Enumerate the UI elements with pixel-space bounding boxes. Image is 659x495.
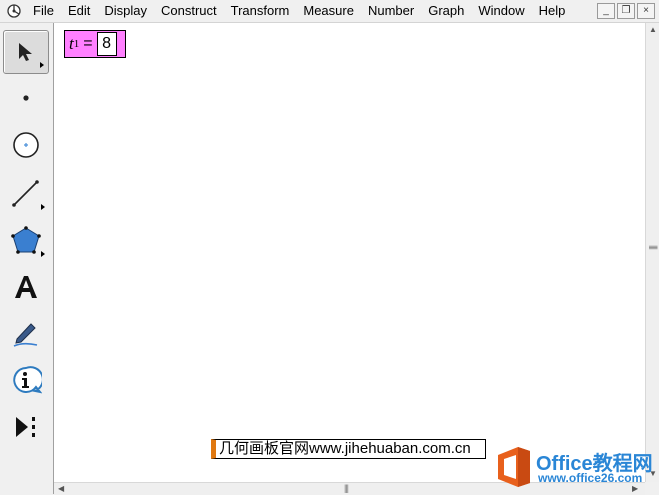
menu-display[interactable]: Display [97, 0, 154, 22]
text-a-icon [15, 276, 37, 298]
arrow-tool[interactable] [3, 30, 49, 74]
custom-tools-icon [16, 417, 35, 437]
parameter-value[interactable]: 8 [96, 32, 117, 56]
submenu-arrow-icon [41, 204, 45, 210]
scroll-up-icon[interactable]: ▲ [649, 25, 657, 34]
menu-edit[interactable]: Edit [61, 0, 97, 22]
minimize-button[interactable]: _ [597, 3, 615, 19]
menu-number[interactable]: Number [361, 0, 421, 22]
menu-construct[interactable]: Construct [154, 0, 224, 22]
point-icon [23, 95, 29, 101]
parameter-equals: = [83, 35, 93, 52]
sketchpad-app-icon[interactable] [6, 3, 22, 19]
polygon-icon [11, 226, 41, 254]
toolbox [0, 23, 54, 494]
custom-tool[interactable] [3, 405, 49, 449]
brand-url: www.office26.com [538, 471, 643, 485]
vertical-scrollbar[interactable]: ▲ ||| ▼ [645, 23, 659, 482]
scroll-grip-icon: ||| [649, 245, 659, 250]
menu-help[interactable]: Help [532, 0, 573, 22]
menu-measure[interactable]: Measure [296, 0, 361, 22]
parameter-t1[interactable]: t1 = 8 [64, 30, 126, 58]
office-brand-logo: Office教程网 www.office26.com [494, 443, 656, 491]
scroll-left-icon[interactable]: ◀ [58, 484, 64, 493]
line-icon [12, 180, 39, 207]
menu-file[interactable]: File [26, 0, 61, 22]
close-button[interactable]: × [637, 3, 655, 19]
parameter-subscript: 1 [73, 38, 80, 50]
restore-button[interactable]: ❐ [617, 3, 635, 19]
watermark-caption: 几何画板官网www.jihehuaban.com.cn [211, 439, 486, 459]
submenu-arrow-icon [41, 251, 45, 257]
sketch-canvas[interactable]: t1 = 8 [54, 23, 645, 482]
information-tool[interactable] [3, 359, 49, 403]
marker-pen-icon [13, 323, 38, 347]
scroll-grip-icon: ||| [344, 483, 349, 493]
info-icon [13, 366, 42, 394]
marker-tool[interactable] [3, 312, 49, 356]
menu-graph[interactable]: Graph [421, 0, 471, 22]
menu-bar: File Edit Display Construct Transform Me… [0, 0, 659, 23]
circle-icon [13, 132, 39, 158]
submenu-arrow-icon [40, 62, 44, 68]
menu-window[interactable]: Window [471, 0, 531, 22]
polygon-tool[interactable] [3, 218, 49, 262]
arrow-icon [19, 43, 32, 61]
compass-tool[interactable] [3, 123, 49, 167]
straightedge-tool[interactable] [3, 171, 49, 215]
text-tool[interactable] [3, 265, 49, 309]
office-logo-icon [498, 447, 530, 487]
menu-transform[interactable]: Transform [224, 0, 297, 22]
point-tool[interactable] [3, 76, 49, 120]
